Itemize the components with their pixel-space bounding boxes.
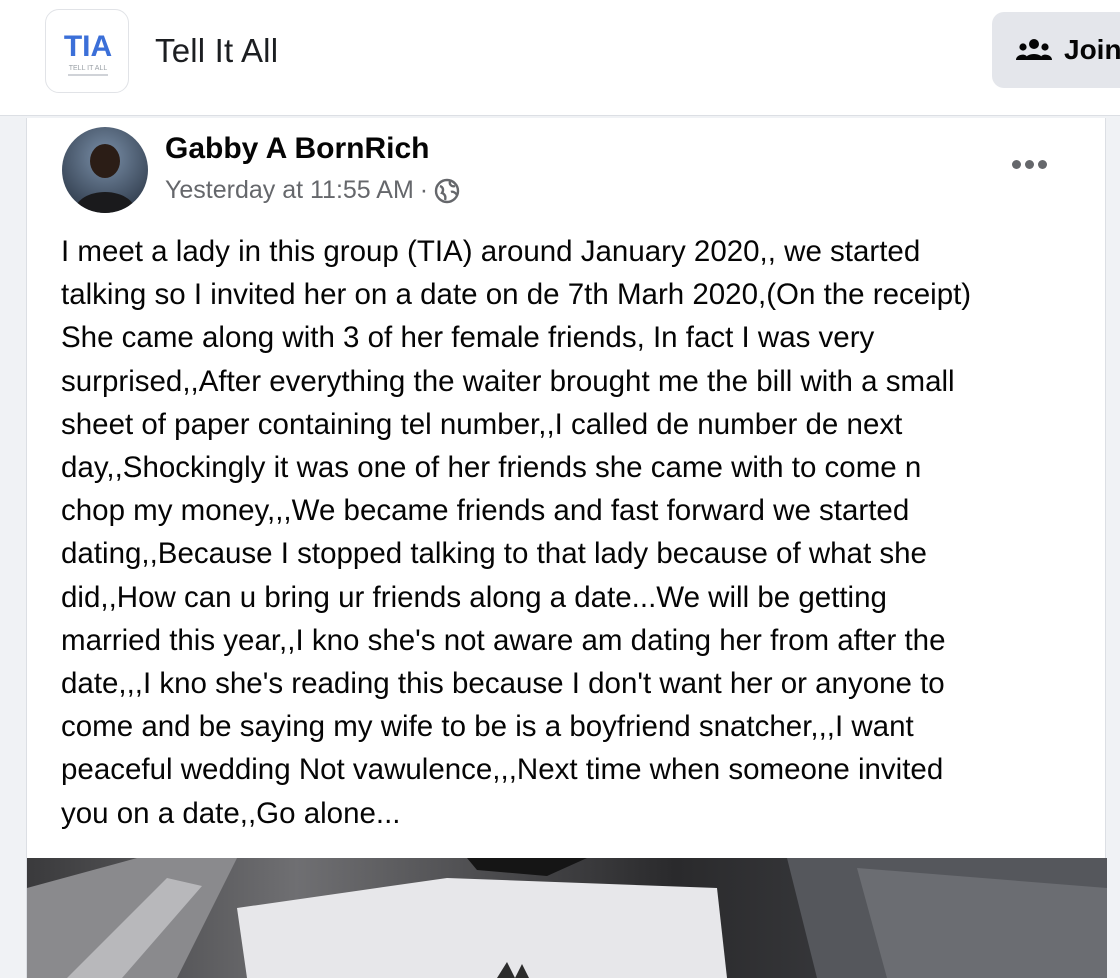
group-header: TIA TELL IT ALL Tell It All Join bbox=[0, 0, 1120, 116]
post-text-line: married this year,,I kno she's not aware… bbox=[61, 623, 946, 657]
post-text-line: peaceful wedding Not vawulence,,,Next ti… bbox=[61, 753, 944, 787]
receipt-photo bbox=[27, 858, 1107, 978]
more-dots-icon bbox=[1011, 159, 1021, 169]
group-name[interactable]: Tell It All bbox=[155, 32, 278, 70]
post-text-line: date,,,I kno she's reading this because … bbox=[61, 667, 945, 701]
logo-caption: TELL IT ALL bbox=[69, 65, 108, 72]
post-text-line: surprised,,After everything the waiter b… bbox=[61, 364, 955, 398]
more-dots-icon bbox=[1024, 159, 1034, 169]
post-text-line: She came along with 3 of her female frie… bbox=[61, 321, 875, 355]
author-avatar[interactable] bbox=[62, 127, 148, 213]
group-logo[interactable]: TIA TELL IT ALL bbox=[45, 9, 129, 93]
join-group-button[interactable]: Join bbox=[992, 12, 1120, 88]
meta-separator: · bbox=[419, 176, 429, 204]
post-text-line: come and be saying my wife to be is a bo… bbox=[61, 710, 914, 744]
logo-text: TIA bbox=[64, 30, 112, 63]
post-text-line: day,,Shockingly it was one of her friend… bbox=[61, 451, 922, 485]
tia-logo-icon: TIA TELL IT ALL bbox=[64, 30, 112, 76]
author-name[interactable]: Gabby A BornRich bbox=[165, 132, 429, 166]
group-people-icon bbox=[1016, 39, 1052, 60]
post-text: I meet a lady in this group (TIA) around… bbox=[61, 230, 1081, 835]
post-text-line: dating,,Because I stopped talking to tha… bbox=[61, 537, 927, 571]
join-label: Join bbox=[1064, 34, 1120, 65]
avatar-photo bbox=[62, 127, 148, 213]
post-timestamp[interactable]: Yesterday at 11:55 AM bbox=[165, 176, 414, 205]
post-meta: Yesterday at 11:55 AM · bbox=[165, 176, 460, 205]
globe-icon[interactable] bbox=[434, 178, 460, 204]
post-text-line: sheet of paper containing tel number,,I … bbox=[61, 407, 903, 441]
post-text-line: talking so I invited her on a date on de… bbox=[61, 278, 972, 312]
post-options-button[interactable] bbox=[1005, 146, 1053, 182]
post-photo[interactable] bbox=[27, 858, 1107, 978]
post-text-line: chop my money,,,We became friends and fa… bbox=[61, 494, 910, 528]
post-card: Gabby A BornRich Yesterday at 11:55 AM ·… bbox=[26, 118, 1107, 978]
more-dots-icon bbox=[1037, 159, 1047, 169]
post-text-line: you on a date,,Go alone... bbox=[61, 796, 401, 830]
post-text-line: I meet a lady in this group (TIA) around… bbox=[61, 235, 921, 268]
post-text-line: did,,How can u bring ur friends along a … bbox=[61, 580, 887, 614]
